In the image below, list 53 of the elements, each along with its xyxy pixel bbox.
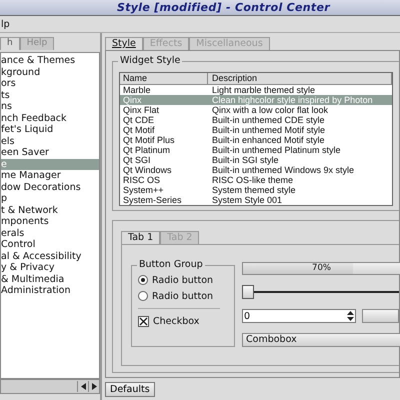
tree-item[interactable]: ance & Themes: [1, 55, 99, 66]
list-row[interactable]: Qt CDE Built-in unthemed CDE style: [120, 115, 392, 125]
group-title: Button Group: [137, 259, 205, 270]
window-title: Style [modified] - Control Center: [117, 1, 330, 14]
tree-item[interactable]: me Manager: [1, 170, 99, 182]
list-row[interactable]: Qt Platinum Built-in unthemed Platinum style: [120, 145, 392, 155]
tree-item[interactable]: al & Accessibility: [1, 250, 99, 262]
tab[interactable]: Style: [105, 37, 143, 50]
list-row[interactable]: Qt SGI Built-in SGI style: [120, 155, 392, 165]
tree-item[interactable]: Administration: [1, 285, 99, 296]
spin-box[interactable]: 0: [242, 309, 356, 323]
defaults-button[interactable]: Defaults: [105, 382, 155, 396]
tree-item[interactable]: els: [1, 136, 99, 147]
list-row[interactable]: System++ System themed style: [120, 185, 392, 195]
radio-button[interactable]: Radio button: [138, 274, 230, 286]
list-row[interactable]: Qinx Flat Qinx with a low color flat look: [120, 105, 392, 115]
tree-item[interactable]: ns: [1, 101, 99, 112]
list-row[interactable]: Marble Light marble themed style: [120, 85, 392, 95]
tree-item[interactable]: Control: [1, 239, 99, 250]
column-header[interactable]: Description: [208, 73, 392, 84]
tab[interactable]: Tab 1: [121, 231, 160, 244]
tree-item[interactable]: p: [1, 193, 99, 204]
scrollbar[interactable]: [0, 379, 100, 394]
tree-item[interactable]: t & Network: [1, 204, 99, 216]
progress-bar: 70%: [242, 262, 400, 275]
tree-item[interactable]: & Multimedia: [1, 274, 99, 285]
tree-item[interactable]: ors: [1, 78, 99, 90]
combobox[interactable]: Combobox: [242, 333, 400, 347]
menu-item[interactable]: lp: [0, 18, 11, 30]
push-button[interactable]: [362, 309, 399, 323]
tree-item[interactable]: nch Feedback: [1, 112, 99, 124]
slider[interactable]: [242, 285, 399, 299]
sidebar-tab[interactable]: h: [0, 37, 20, 50]
scroll-right-icon[interactable]: [88, 381, 99, 392]
list-row[interactable]: RISC OS RISC OS-like theme: [120, 175, 392, 185]
list-row[interactable]: Qt Motif Built-in unthemed Motif style: [120, 125, 392, 135]
tree-item[interactable]: ts: [1, 90, 99, 101]
radio-button[interactable]: Radio button: [138, 290, 230, 302]
group-title: Widget Style: [118, 55, 182, 66]
list-row[interactable]: Qt Motif Plus Built-in enhanced Motif style: [120, 135, 392, 145]
checkbox[interactable]: Checkbox: [138, 315, 230, 327]
cross-mark-icon: [139, 316, 148, 326]
tree-item[interactable]: een Saver: [1, 147, 99, 158]
column-header[interactable]: Name: [120, 73, 208, 84]
scroll-left-icon[interactable]: [77, 381, 88, 392]
tree-item[interactable]: erals: [1, 228, 99, 239]
tree-item[interactable]: kground: [1, 66, 99, 78]
list-row[interactable]: System-Series System Style 001: [120, 195, 392, 205]
tree-item[interactable]: dow Decorations: [1, 182, 99, 193]
tree-item[interactable]: fet's Liquid: [1, 124, 99, 136]
tree-item[interactable]: y & Privacy: [1, 262, 99, 274]
list-row[interactable]: Qt Windows Built-in unthemed Windows 9x style: [120, 165, 392, 175]
tree-item[interactable]: mponents: [1, 216, 99, 228]
